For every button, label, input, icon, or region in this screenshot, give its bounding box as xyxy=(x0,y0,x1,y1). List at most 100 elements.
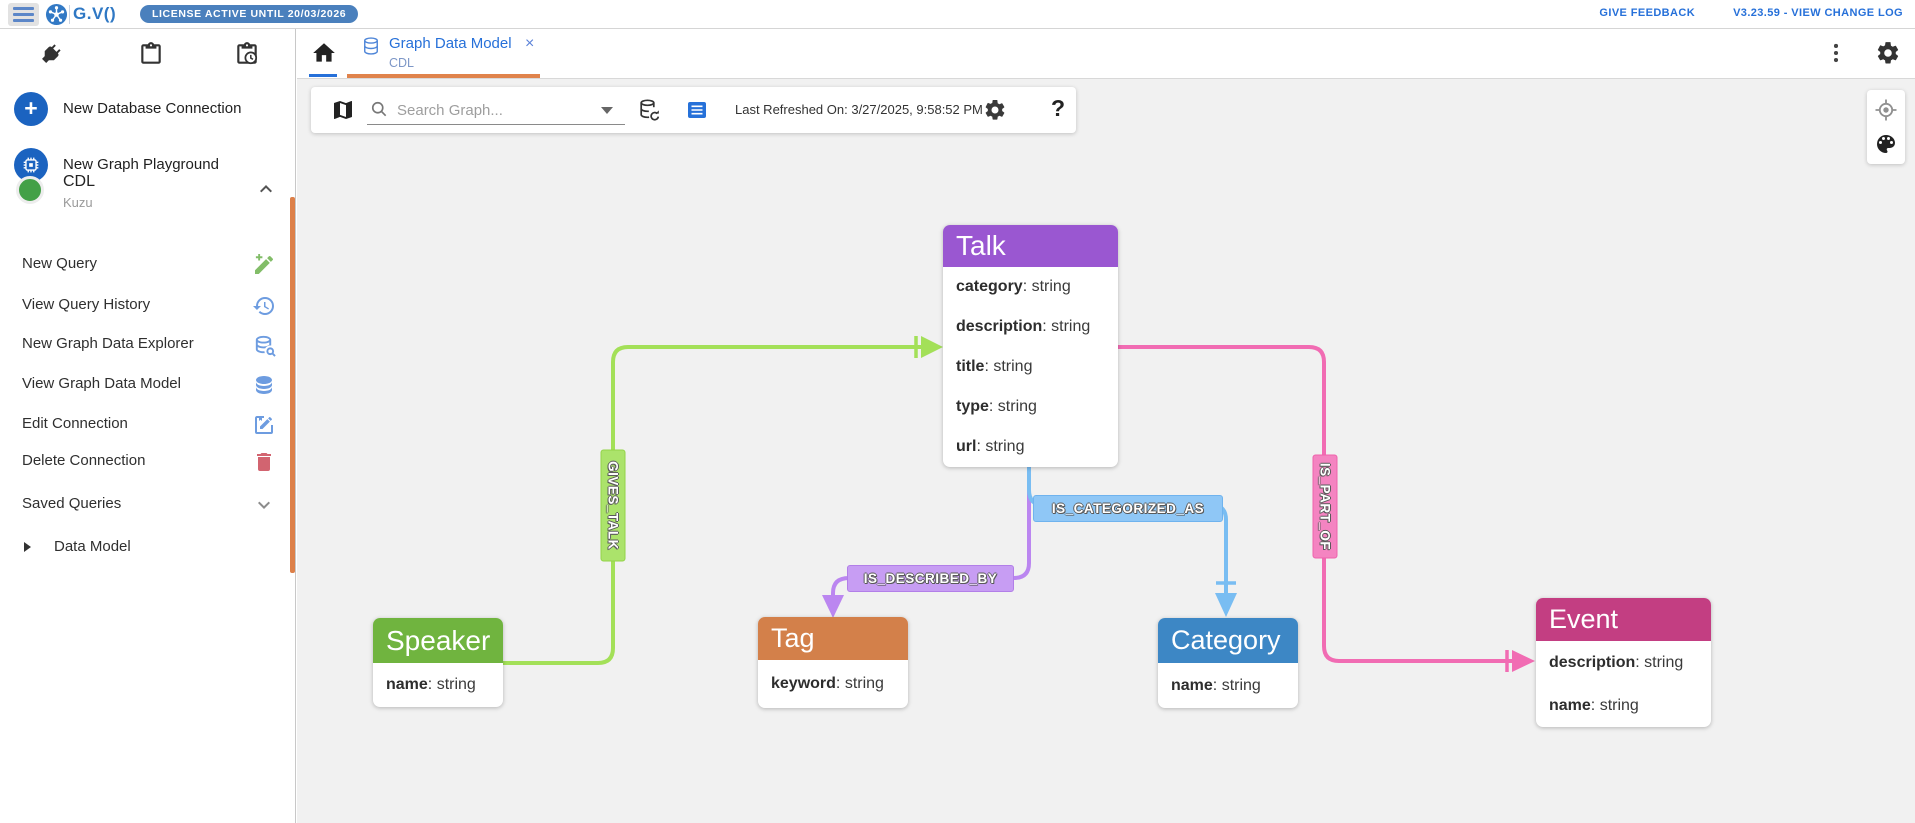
top-bar: G.V() LICENSE ACTIVE UNTIL 20/03/2026 GI… xyxy=(0,0,1915,29)
home-tab-indicator xyxy=(309,74,337,77)
trash-icon[interactable] xyxy=(252,450,276,474)
edge-label-is_described_by[interactable]: IS_DESCRIBED_BY xyxy=(847,565,1014,592)
node-property: name: string xyxy=(1158,663,1298,708)
new-database-connection-label: New Database Connection xyxy=(63,100,241,117)
recenter-crosshair-icon[interactable] xyxy=(1874,98,1898,122)
app-window: G.V() LICENSE ACTIVE UNTIL 20/03/2026 GI… xyxy=(0,0,1915,823)
sidebar-item-label: Delete Connection xyxy=(22,452,145,469)
sidebar-item-view-graph-data-model[interactable]: View Graph Data Model xyxy=(0,365,288,405)
sidebar-item-new-query[interactable]: New Query xyxy=(0,245,288,285)
search-dropdown-caret-icon[interactable] xyxy=(601,107,613,114)
expand-triangle-icon[interactable] xyxy=(24,542,31,552)
history-clock-icon[interactable] xyxy=(252,294,276,318)
graph-node-event[interactable]: Eventdescription: stringname: string xyxy=(1536,598,1711,727)
edge-line-gives_talk xyxy=(503,347,923,663)
edge-label-gives_talk[interactable]: GIVES_TALK xyxy=(601,449,626,561)
sidebar-item-label: New Query xyxy=(22,255,97,272)
graph-node-speaker[interactable]: Speakername: string xyxy=(373,618,503,707)
active-tab-indicator xyxy=(347,74,540,78)
new-graph-playground-button[interactable]: New Graph Playground xyxy=(0,144,296,190)
edge-arrowhead-is_part_of xyxy=(1512,650,1535,672)
edge-arrowhead-gives_talk xyxy=(921,336,943,358)
data-model-label: Data Model xyxy=(54,538,131,555)
clipboard-clock-icon[interactable] xyxy=(234,41,260,67)
graph-node-category[interactable]: Categoryname: string xyxy=(1158,618,1298,708)
version-changelog-link[interactable]: V3.23.59 - VIEW CHANGE LOG xyxy=(1733,7,1903,19)
edge-arrowhead-is_described_by xyxy=(822,595,844,618)
tab-graph-data-model[interactable]: Graph Data Model CDL × xyxy=(347,29,540,78)
edge-label-is_categorized_as[interactable]: IS_CATEGORIZED_AS xyxy=(1033,495,1223,522)
node-property: keyword: string xyxy=(758,660,908,708)
search-field xyxy=(367,95,625,125)
node-title: Event xyxy=(1536,598,1711,641)
search-icon xyxy=(369,99,389,119)
logo-divider xyxy=(69,5,70,24)
sidebar-item-data-model[interactable]: Data Model xyxy=(0,528,288,568)
sidebar-item-saved-queries[interactable]: Saved Queries xyxy=(0,485,288,525)
last-refreshed-text: Last Refreshed On: 3/27/2025, 9:58:52 PM xyxy=(735,102,983,117)
sidebar: + New Database Connection New Graph Play… xyxy=(0,29,296,823)
give-feedback-link[interactable]: GIVE FEEDBACK xyxy=(1599,7,1695,19)
node-property: category: string xyxy=(943,267,1118,307)
node-property: description: string xyxy=(1536,641,1711,684)
toolbar-settings-gear-icon[interactable] xyxy=(983,98,1007,122)
database-refresh-icon[interactable] xyxy=(637,98,661,122)
sidebar-item-view-query-history[interactable]: View Query History xyxy=(0,286,288,326)
node-title: Speaker xyxy=(373,618,503,663)
sidebar-item-label: View Graph Data Model xyxy=(22,375,181,392)
hamburger-menu-icon[interactable] xyxy=(8,3,39,26)
database-icon xyxy=(361,36,381,56)
tab-subtitle: CDL xyxy=(389,56,414,70)
edge-line-is_categorized_as xyxy=(1029,468,1226,595)
node-property: url: string xyxy=(943,427,1118,467)
canvas-tools-panel xyxy=(1867,90,1905,164)
sidebar-item-label: Saved Queries xyxy=(22,495,121,512)
chevron-down-icon[interactable] xyxy=(252,493,276,517)
graph-toolbar: Last Refreshed On: 3/27/2025, 9:58:52 PM… xyxy=(311,87,1076,133)
sidebar-item-label: New Graph Data Explorer xyxy=(22,335,194,352)
license-badge: LICENSE ACTIVE UNTIL 20/03/2026 xyxy=(140,5,358,23)
database-search-icon[interactable] xyxy=(252,333,276,357)
edge-arrowhead-is_categorized_as xyxy=(1215,593,1237,617)
help-icon[interactable]: ? xyxy=(1051,95,1065,122)
sidebar-item-new-graph-data-explorer[interactable]: New Graph Data Explorer xyxy=(0,325,288,365)
new-database-connection-button[interactable]: + New Database Connection xyxy=(0,88,296,134)
search-input[interactable] xyxy=(397,98,587,122)
table-view-icon[interactable] xyxy=(685,98,709,122)
database-icon[interactable] xyxy=(252,373,276,397)
gv-logo-icon xyxy=(45,3,68,26)
sidebar-item-label: View Query History xyxy=(22,296,150,313)
node-title: Tag xyxy=(758,617,908,660)
kebab-menu-icon[interactable] xyxy=(1823,40,1849,66)
graph-node-talk[interactable]: Talkcategory: stringdescription: stringt… xyxy=(943,225,1118,467)
node-property: description: string xyxy=(943,307,1118,347)
plug-icon[interactable] xyxy=(38,41,64,67)
graph-canvas[interactable]: GIVES_TALK IS_DESCRIBED_BY IS_CATEGORIZED_… xyxy=(297,79,1915,823)
clipboard-icon[interactable] xyxy=(138,41,164,67)
sidebar-item-edit-connection[interactable]: Edit Connection xyxy=(0,405,288,445)
close-tab-icon[interactable]: × xyxy=(525,35,534,53)
plus-circle-icon: + xyxy=(14,92,48,126)
logo-text: G.V() xyxy=(73,4,116,24)
pencil-plus-icon[interactable] xyxy=(252,253,276,277)
connection-db-type: Kuzu xyxy=(63,195,93,210)
tab-bar: Graph Data Model CDL × xyxy=(297,29,1915,79)
chevron-up-icon[interactable] xyxy=(254,177,278,201)
palette-icon[interactable] xyxy=(1874,132,1898,156)
map-legend-icon[interactable] xyxy=(331,98,355,122)
connection-status-dot xyxy=(16,176,44,204)
node-property: name: string xyxy=(373,663,503,707)
settings-gear-icon[interactable] xyxy=(1875,40,1901,66)
new-graph-playground-label: New Graph Playground xyxy=(63,156,219,173)
sidebar-item-label: Edit Connection xyxy=(22,415,128,432)
node-property: type: string xyxy=(943,387,1118,427)
edge-label-is_part_of[interactable]: IS_PART_OF xyxy=(1313,454,1338,558)
node-property: title: string xyxy=(943,347,1118,387)
home-tab[interactable] xyxy=(311,40,341,68)
node-property: name: string xyxy=(1536,684,1711,727)
book-edit-icon[interactable] xyxy=(252,413,276,437)
sidebar-item-delete-connection[interactable]: Delete Connection xyxy=(0,442,288,482)
graph-node-tag[interactable]: Tagkeyword: string xyxy=(758,617,908,708)
connection-name[interactable]: CDL xyxy=(63,173,95,191)
active-connection-accent-bar xyxy=(290,197,295,573)
